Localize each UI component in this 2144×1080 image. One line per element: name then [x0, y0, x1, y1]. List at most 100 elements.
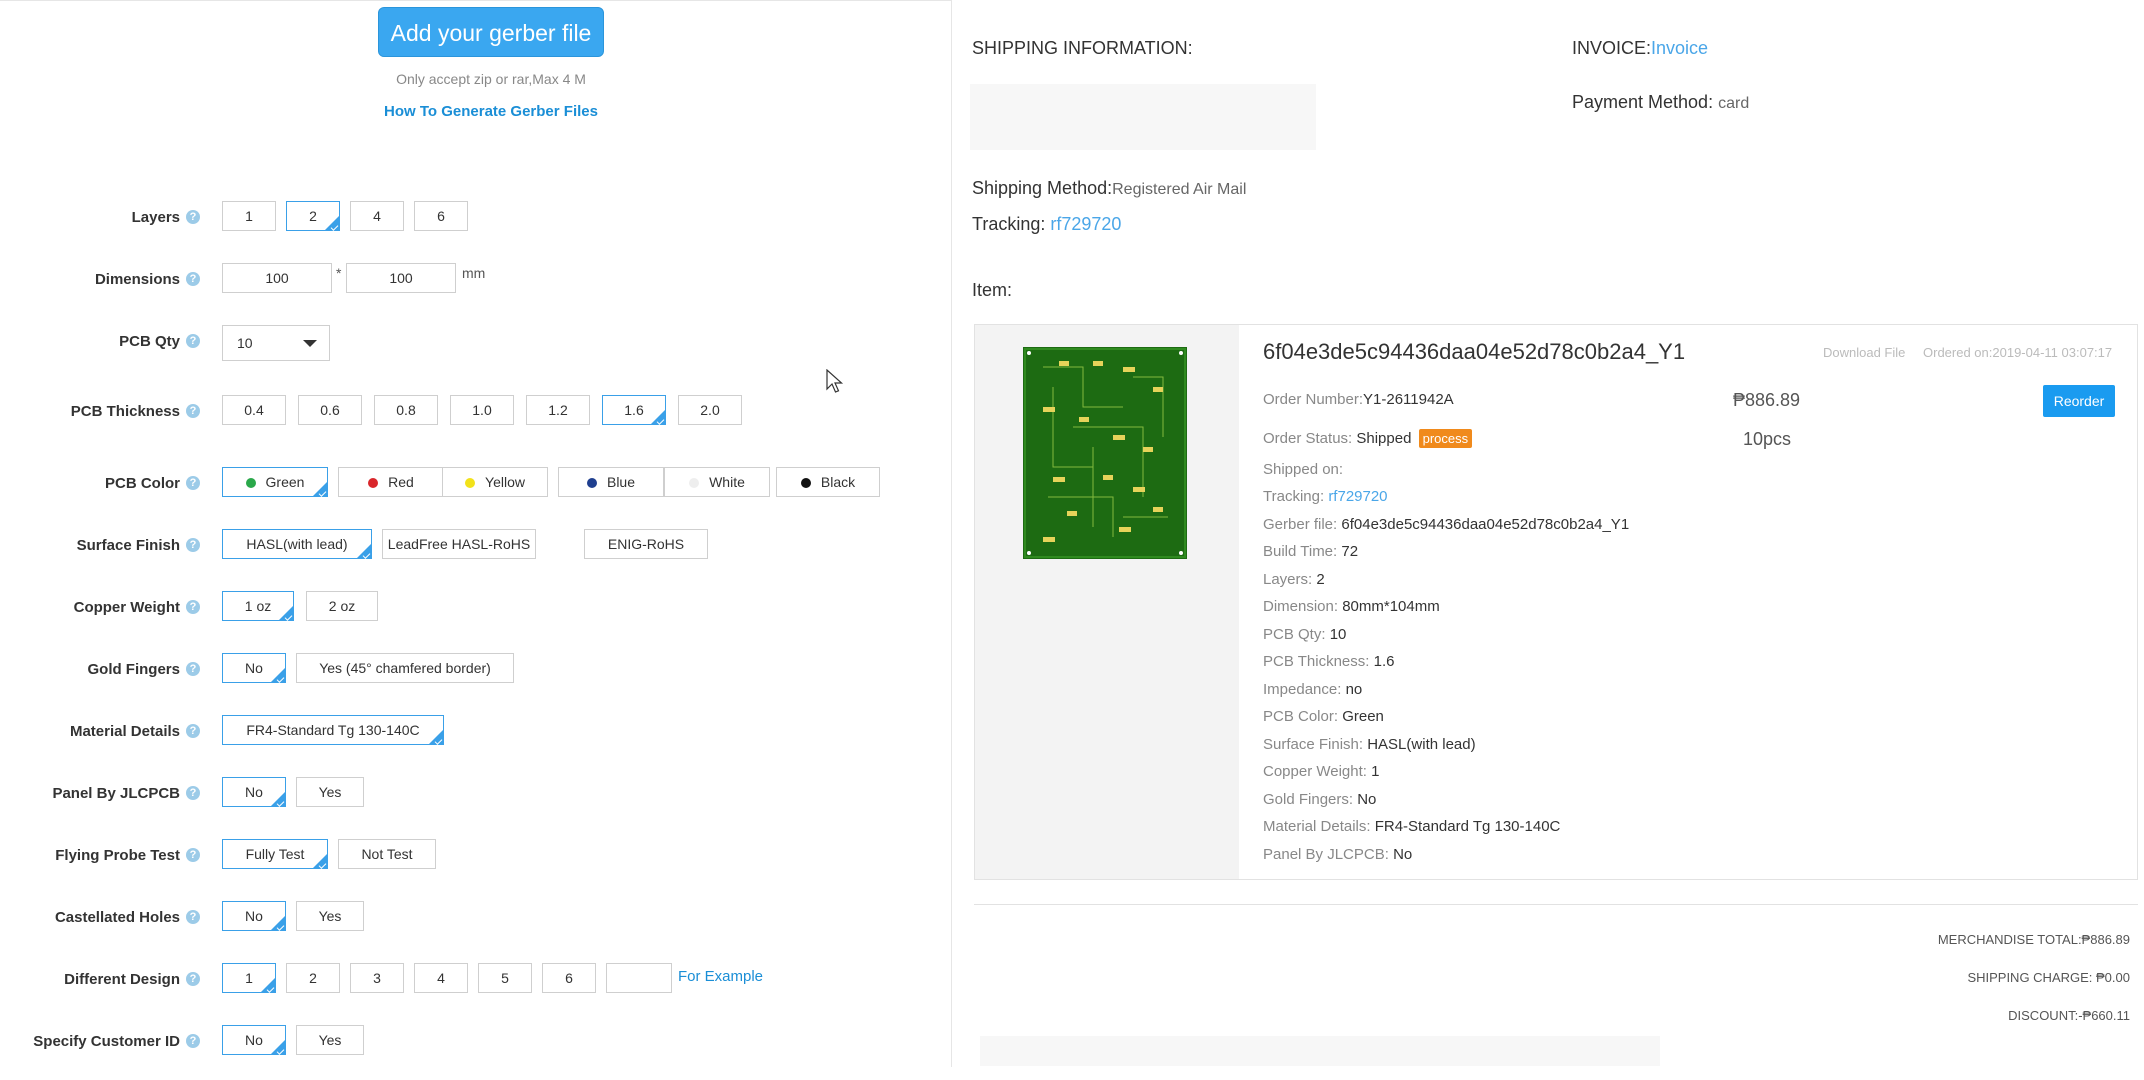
- invoice-link[interactable]: Invoice: [1651, 38, 1708, 58]
- castellated-option-no[interactable]: No: [222, 901, 286, 931]
- detail-surface-finish: Surface Finish: HASL(with lead): [1263, 736, 1476, 753]
- detail-key: Dimension:: [1263, 598, 1339, 615]
- layers-option-4[interactable]: 4: [350, 201, 404, 231]
- help-icon[interactable]: ?: [186, 724, 200, 738]
- design-option-2[interactable]: 2: [286, 963, 340, 993]
- help-icon[interactable]: ?: [186, 272, 200, 286]
- black-dot-icon: [800, 478, 811, 488]
- option-label: Black: [820, 474, 856, 490]
- thickness-option[interactable]: 0.8: [374, 395, 438, 425]
- design-option-3[interactable]: 3: [350, 963, 404, 993]
- row-pcb-qty: PCB Qty ? 10: [0, 325, 952, 361]
- design-option-5[interactable]: 5: [478, 963, 532, 993]
- color-option-yellow[interactable]: Yellow: [442, 467, 548, 497]
- help-icon[interactable]: ?: [186, 848, 200, 862]
- surface-option-leadfree[interactable]: LeadFree HASL-RoHS: [382, 529, 536, 559]
- help-icon[interactable]: ?: [186, 538, 200, 552]
- design-option-6[interactable]: 6: [542, 963, 596, 993]
- help-icon[interactable]: ?: [186, 1034, 200, 1048]
- color-option-black[interactable]: Black: [776, 467, 880, 497]
- customer-option-no[interactable]: No: [222, 1025, 286, 1055]
- layers-option-6[interactable]: 6: [414, 201, 468, 231]
- copper-option-2oz[interactable]: 2 oz: [306, 591, 378, 621]
- copper-option-1oz[interactable]: 1 oz: [222, 591, 294, 621]
- option-label: 1.6: [624, 402, 644, 418]
- tracking-link[interactable]: rf729720: [1050, 214, 1121, 234]
- flying-probe-test-label: Flying Probe Test: [55, 847, 180, 864]
- detail-value: 1: [1371, 763, 1380, 780]
- row-pcb-thickness: PCB Thickness ? 0.4 0.6 0.8 1.0 1.2 1.6 …: [0, 395, 952, 429]
- thickness-option[interactable]: 1.0: [450, 395, 514, 425]
- help-icon[interactable]: ?: [186, 404, 200, 418]
- design-count-input[interactable]: [606, 963, 672, 993]
- invoice-row: INVOICE:Invoice: [1572, 38, 1708, 59]
- detail-order-number: Order Number:Y1-2611942A: [1263, 391, 1454, 408]
- help-icon[interactable]: ?: [186, 786, 200, 800]
- help-icon[interactable]: ?: [186, 210, 200, 224]
- surface-option-hasl[interactable]: HASL(with lead): [222, 529, 372, 559]
- layers-option-2[interactable]: 2: [286, 201, 340, 231]
- thickness-option-selected[interactable]: 1.6: [602, 395, 666, 425]
- color-option-white[interactable]: White: [664, 467, 770, 497]
- check-icon: [318, 489, 327, 497]
- detail-dimension: Dimension: 80mm*104mm: [1263, 598, 1440, 615]
- pcb-color-label: PCB Color: [105, 475, 180, 492]
- detail-panel-by-jlcpcb: Panel By JLCPCB: No: [1263, 846, 1412, 863]
- row-panel-by-jlcpcb: Panel By JLCPCB ? No Yes: [0, 777, 952, 811]
- material-option-fr4[interactable]: FR4-Standard Tg 130-140C: [222, 715, 444, 745]
- option-label: 1: [245, 970, 253, 986]
- surface-option-enig[interactable]: ENIG-RoHS: [584, 529, 708, 559]
- thickness-option[interactable]: 0.6: [298, 395, 362, 425]
- customer-option-yes[interactable]: Yes: [296, 1025, 364, 1055]
- color-option-green[interactable]: Green: [222, 467, 328, 497]
- row-copper-weight: Copper Weight ? 1 oz 2 oz: [0, 591, 952, 625]
- design-option-4[interactable]: 4: [414, 963, 468, 993]
- layers-option-1[interactable]: 1: [222, 201, 276, 231]
- pcb-qty-select[interactable]: 10: [222, 325, 330, 361]
- help-icon[interactable]: ?: [186, 600, 200, 614]
- probe-option-fully[interactable]: Fully Test: [222, 839, 328, 869]
- color-option-red[interactable]: Red: [338, 467, 444, 497]
- for-example-link[interactable]: For Example: [678, 968, 763, 985]
- reorder-button[interactable]: Reorder: [2043, 385, 2115, 417]
- help-icon[interactable]: ?: [186, 476, 200, 490]
- status-badge: process: [1418, 429, 1473, 448]
- thickness-option[interactable]: 2.0: [678, 395, 742, 425]
- copper-weight-label: Copper Weight: [73, 599, 180, 616]
- ordered-on-date: Ordered on:2019-04-11 03:07:17: [1923, 345, 2113, 360]
- tracking-row: Tracking: rf729720: [972, 214, 1121, 235]
- detail-key: PCB Color:: [1263, 708, 1339, 725]
- pcb-qty-label: PCB Qty: [119, 333, 180, 350]
- panel-option-no[interactable]: No: [222, 777, 286, 807]
- width-input[interactable]: 100: [222, 263, 332, 293]
- row-pcb-color: PCB Color ? Green Red Yellow Blue White …: [0, 467, 952, 501]
- height-input[interactable]: 100: [346, 263, 456, 293]
- check-icon: [318, 861, 327, 869]
- how-to-generate-gerber-link[interactable]: How To Generate Gerber Files: [0, 103, 982, 120]
- detail-tracking-link[interactable]: rf729720: [1328, 488, 1387, 505]
- detail-value: No: [1357, 791, 1377, 808]
- probe-option-not[interactable]: Not Test: [338, 839, 436, 869]
- check-icon: [284, 613, 293, 621]
- design-option-1[interactable]: 1: [222, 963, 276, 993]
- thickness-option[interactable]: 1.2: [526, 395, 590, 425]
- castellated-option-yes[interactable]: Yes: [296, 901, 364, 931]
- detail-value: FR4-Standard Tg 130-140C: [1374, 818, 1561, 835]
- help-icon[interactable]: ?: [186, 662, 200, 676]
- shipping-charge: SHIPPING CHARGE: ₱0.00: [1967, 970, 2130, 985]
- detail-shipped-on: Shipped on:: [1263, 461, 1343, 478]
- help-icon[interactable]: ?: [186, 910, 200, 924]
- gold-option-yes[interactable]: Yes (45° chamfered border): [296, 653, 514, 683]
- divider: [974, 904, 2138, 905]
- download-file-link[interactable]: Download File: [1823, 345, 1905, 360]
- invoice-label: INVOICE:: [1572, 38, 1652, 58]
- thickness-option[interactable]: 0.4: [222, 395, 286, 425]
- gold-option-no[interactable]: No: [222, 653, 286, 683]
- add-gerber-button[interactable]: Add your gerber file: [378, 7, 604, 57]
- help-icon[interactable]: ?: [186, 972, 200, 986]
- help-icon[interactable]: ?: [186, 334, 200, 348]
- shipping-method-row: Shipping Method:Registered Air Mail: [972, 178, 1246, 199]
- panel-option-yes[interactable]: Yes: [296, 777, 364, 807]
- color-option-blue[interactable]: Blue: [558, 467, 664, 497]
- detail-pcb-thickness: PCB Thickness: 1.6: [1263, 653, 1394, 670]
